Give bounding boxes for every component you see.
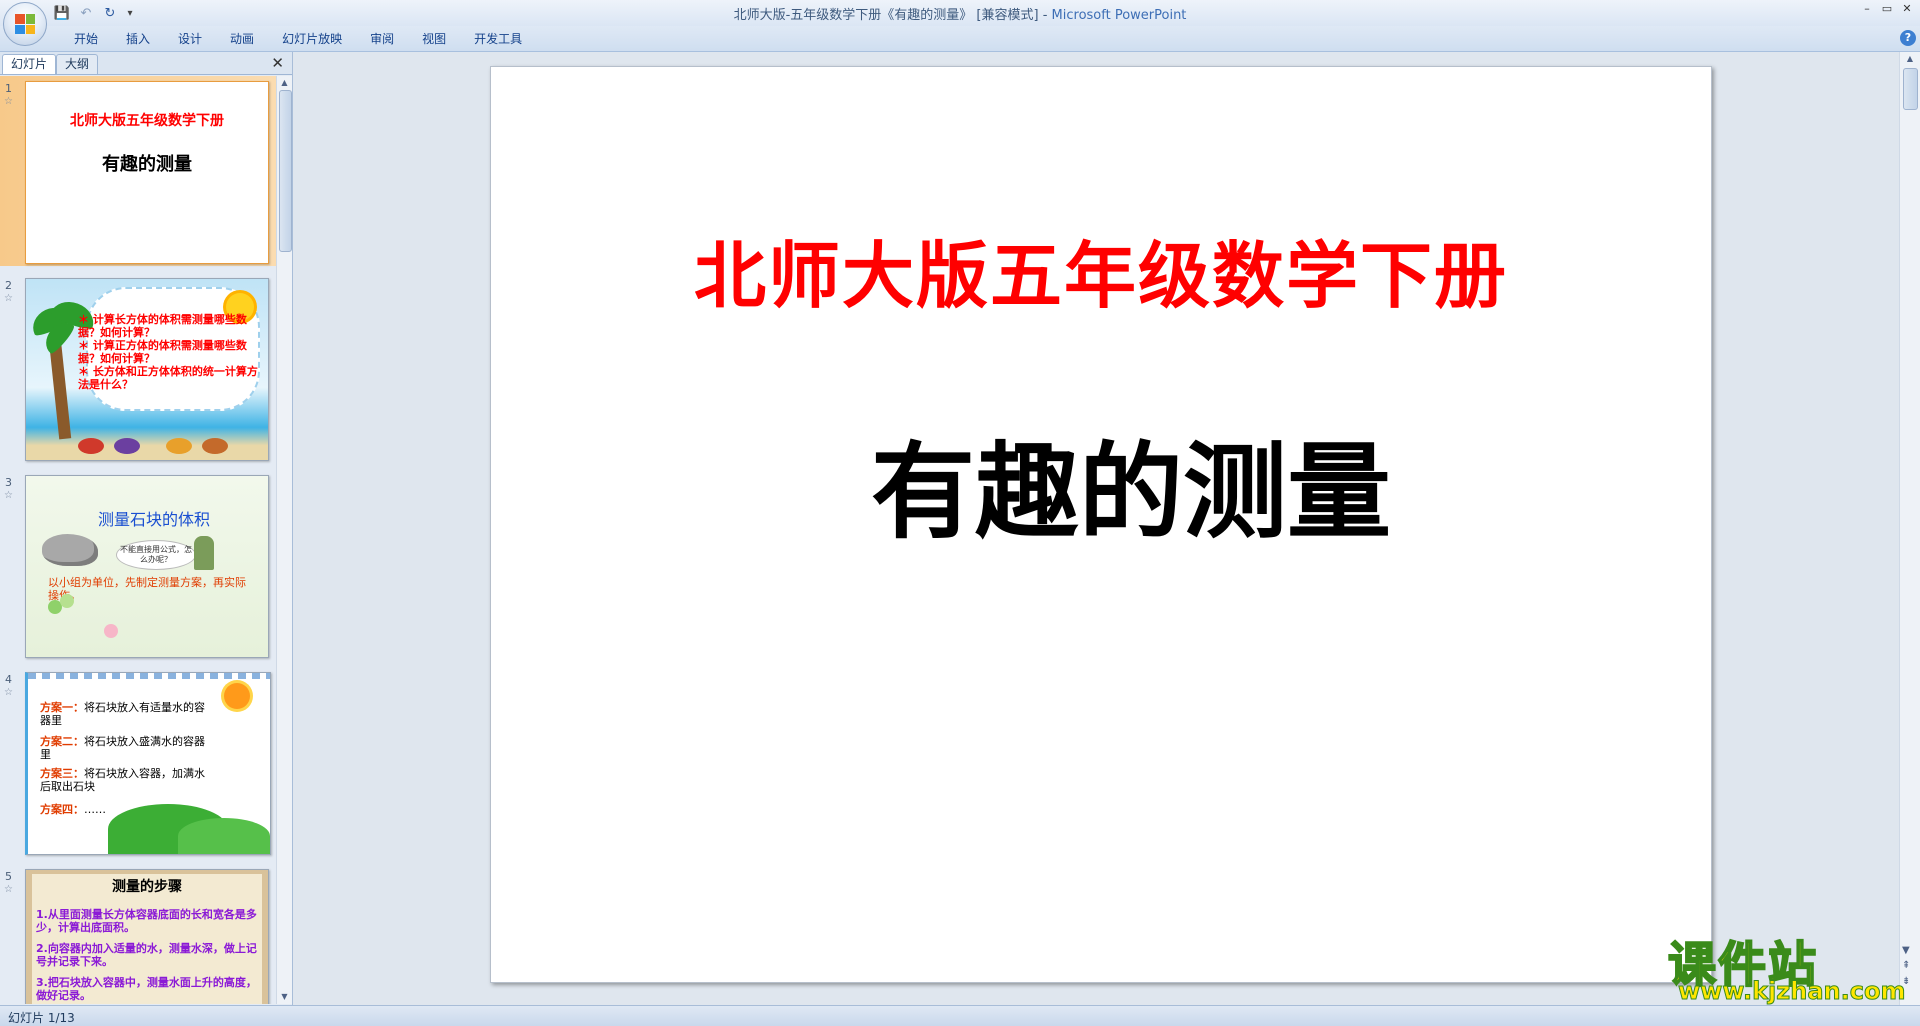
close-pane-icon[interactable]: ✕ bbox=[271, 54, 284, 72]
scroll-up-icon[interactable]: ▲ bbox=[277, 76, 292, 90]
slide-thumbnail-5[interactable]: 测量的步骤 1.从里面测量长方体容器底面的长和宽各是多少，计算出底面积。 2.向… bbox=[25, 869, 269, 1004]
fruit-icon bbox=[166, 438, 192, 454]
scroll-down-icon[interactable]: ▼ bbox=[1902, 945, 1910, 956]
slide-number: 4 bbox=[5, 673, 12, 686]
tab-animations[interactable]: 动画 bbox=[216, 30, 268, 48]
ribbon: 开始 插入 设计 动画 幻灯片放映 审阅 视图 开发工具 ? bbox=[0, 26, 1920, 52]
slide-number: 2 bbox=[5, 279, 12, 292]
slide-number: 1 bbox=[5, 82, 12, 95]
slide-number: 3 bbox=[5, 476, 12, 489]
thumb-text-line: 1.从里面测量长方体容器底面的长和宽各是多少，计算出底面积。 bbox=[36, 908, 257, 934]
palm-tree-icon bbox=[48, 338, 72, 440]
slide-thumbnail-3[interactable]: 测量石块的体积 不能直接用公式，怎么办呢？ 以小组为单位，先制定测量方案，再实际… bbox=[25, 475, 269, 658]
clover-icon bbox=[60, 594, 74, 608]
scrollbar-thumb[interactable] bbox=[279, 90, 292, 252]
slide-thumbnail-list: 1 ☆ 北师大版五年级数学下册 有趣的测量 2 ☆ ＊ 计算长方体的体积需测量哪… bbox=[0, 76, 276, 1004]
slide-thumbnail-row[interactable]: 1 ☆ 北师大版五年级数学下册 有趣的测量 bbox=[0, 76, 276, 266]
plan-label: 方案三： bbox=[40, 767, 84, 780]
current-slide[interactable]: 北师大版五年级数学下册 有趣的测量 bbox=[490, 66, 1712, 983]
slide-thumbnail-2[interactable]: ＊ 计算长方体的体积需测量哪些数据？如何计算？ ＊ 计算正方体的体积需测量哪些数… bbox=[25, 278, 269, 461]
slide-thumbnail-1[interactable]: 北师大版五年级数学下册 有趣的测量 bbox=[25, 81, 269, 264]
plan-text: …… bbox=[84, 803, 106, 816]
animation-star-icon: ☆ bbox=[4, 96, 13, 107]
animation-star-icon: ☆ bbox=[4, 490, 13, 501]
fruit-icon bbox=[202, 438, 228, 454]
slide-counter: 幻灯片 1/13 bbox=[8, 1011, 75, 1025]
animation-star-icon: ☆ bbox=[4, 687, 13, 698]
thumb-text-line: ＊ 计算正方体的体积需测量哪些数据？如何计算？ bbox=[78, 339, 247, 365]
help-icon[interactable]: ? bbox=[1900, 30, 1916, 46]
plan-line: 方案三：将石块放入容器，加满水后取出石块 bbox=[40, 767, 210, 793]
flower-icon bbox=[104, 624, 118, 638]
sun-icon bbox=[224, 683, 250, 709]
thumb-subtitle: 有趣的测量 bbox=[102, 154, 192, 175]
minimize-button[interactable]: – bbox=[1858, 2, 1876, 18]
thumb-text-line: ＊ 长方体和正方体体积的统一计算方法是什么？ bbox=[78, 365, 258, 391]
slide-thumbnail-row[interactable]: 3 ☆ 测量石块的体积 不能直接用公式，怎么办呢？ 以小组为单位，先制定测量方案… bbox=[0, 470, 276, 660]
watermark-logo: 课件站 www.kjzhan.com bbox=[1667, 925, 1906, 1006]
tab-design[interactable]: 设计 bbox=[164, 30, 216, 48]
thumb-text-line: 以小组为单位，先制定测量方案，再实际操作。 bbox=[48, 576, 246, 602]
cartoon-man-icon bbox=[194, 536, 214, 570]
tab-developer[interactable]: 开发工具 bbox=[460, 30, 536, 48]
tab-home[interactable]: 开始 bbox=[60, 30, 112, 48]
ribbon-tabs: 开始 插入 设计 动画 幻灯片放映 审阅 视图 开发工具 bbox=[60, 30, 536, 48]
previous-slide-icon[interactable]: ⇞ bbox=[1902, 960, 1910, 971]
hill-shape bbox=[178, 818, 270, 854]
thumb-text-line: 2.向容器内加入适量的水，测量水深，做上记号并记录下来。 bbox=[36, 942, 257, 968]
tab-slides[interactable]: 幻灯片 bbox=[2, 54, 57, 74]
office-logo-icon bbox=[15, 14, 35, 34]
thumb-title: 测量石块的体积 bbox=[98, 510, 211, 529]
plan-label: 方案二： bbox=[40, 735, 84, 748]
scroll-down-icon[interactable]: ▼ bbox=[277, 990, 292, 1004]
pane-tabs: 幻灯片 大纲 ✕ bbox=[0, 52, 292, 75]
title-bar: 💾 ↶ ↻ ▾ 北师大版-五年级数学下册《有趣的测量》 [兼容模式] - Mic… bbox=[0, 0, 1920, 46]
window-title-app: Microsoft PowerPoint bbox=[1051, 8, 1187, 23]
office-button[interactable] bbox=[3, 2, 47, 46]
thumb-title: 测量的步骤 bbox=[112, 879, 182, 895]
scrollbar-thumb[interactable] bbox=[1903, 68, 1918, 110]
tab-outline[interactable]: 大纲 bbox=[56, 54, 99, 74]
slide-thumbnail-4[interactable]: 方案一：将石块放入有适量水的容器里 方案二：将石块放入盛满水的容器里 方案三：将… bbox=[25, 672, 271, 855]
speech-bubble: 不能直接用公式，怎么办呢？ bbox=[116, 540, 196, 570]
fruit-icon bbox=[114, 438, 140, 454]
status-bar: 幻灯片 1/13 bbox=[0, 1005, 1920, 1026]
slide-thumbnail-row[interactable]: 4 ☆ 方案一：将石块放入有适量水的容器里 方案二：将石块放入盛满水的容器里 方… bbox=[0, 667, 276, 857]
plan-line: 方案二：将石块放入盛满水的容器里 bbox=[40, 735, 210, 761]
plan-label: 方案一： bbox=[40, 701, 84, 714]
slides-pane: 幻灯片 大纲 ✕ 1 ☆ 北师大版五年级数学下册 有趣的测量 2 ☆ ＊ 计算长… bbox=[0, 52, 293, 1005]
editor-scrollbar[interactable]: ▲ ▼ ⇞ ⇟ bbox=[1899, 52, 1920, 1005]
thumb-text-line: ＊ 计算长方体的体积需测量哪些数据？如何计算？ bbox=[78, 313, 247, 339]
slide-subtitle[interactable]: 有趣的测量 bbox=[491, 407, 1711, 558]
thumb-title: 北师大版五年级数学下册 bbox=[70, 113, 224, 129]
tab-view[interactable]: 视图 bbox=[408, 30, 460, 48]
scroll-up-icon[interactable]: ▲ bbox=[1900, 52, 1920, 66]
tab-slideshow[interactable]: 幻灯片放映 bbox=[268, 30, 356, 48]
restore-button[interactable]: ▭ bbox=[1878, 2, 1896, 18]
slide-number: 5 bbox=[5, 870, 12, 883]
watermark-url: www.kjzhan.com bbox=[1677, 977, 1906, 1006]
plan-label: 方案四： bbox=[40, 803, 84, 816]
animation-star-icon: ☆ bbox=[4, 884, 13, 895]
wave-border bbox=[28, 673, 270, 679]
animation-star-icon: ☆ bbox=[4, 293, 13, 304]
tab-insert[interactable]: 插入 bbox=[112, 30, 164, 48]
close-button[interactable]: ✕ bbox=[1898, 2, 1916, 18]
slide-editor: 北师大版五年级数学下册 有趣的测量 bbox=[293, 52, 1900, 1005]
tab-review[interactable]: 审阅 bbox=[356, 30, 408, 48]
plan-line: 方案一：将石块放入有适量水的容器里 bbox=[40, 701, 210, 727]
slide-thumbnail-row[interactable]: 2 ☆ ＊ 计算长方体的体积需测量哪些数据？如何计算？ ＊ 计算正方体的体积需测… bbox=[0, 273, 276, 463]
rock-icon bbox=[42, 534, 98, 566]
thumb-text-line: 3.把石块放入容器中，测量水面上升的高度，做好记录。 bbox=[36, 976, 257, 1002]
window-title-document: 北师大版-五年级数学下册《有趣的测量》 [兼容模式] - bbox=[733, 8, 1052, 23]
window-title: 北师大版-五年级数学下册《有趣的测量》 [兼容模式] - Microsoft P… bbox=[0, 4, 1920, 23]
window-controls: – ▭ ✕ bbox=[1858, 2, 1916, 18]
fruit-icon bbox=[78, 438, 104, 454]
slide-thumbnail-row[interactable]: 5 ☆ 测量的步骤 1.从里面测量长方体容器底面的长和宽各是多少，计算出底面积。… bbox=[0, 864, 276, 1004]
thumbnail-scrollbar[interactable]: ▲ ▼ bbox=[276, 76, 292, 1004]
slide-title[interactable]: 北师大版五年级数学下册 bbox=[491, 217, 1711, 322]
